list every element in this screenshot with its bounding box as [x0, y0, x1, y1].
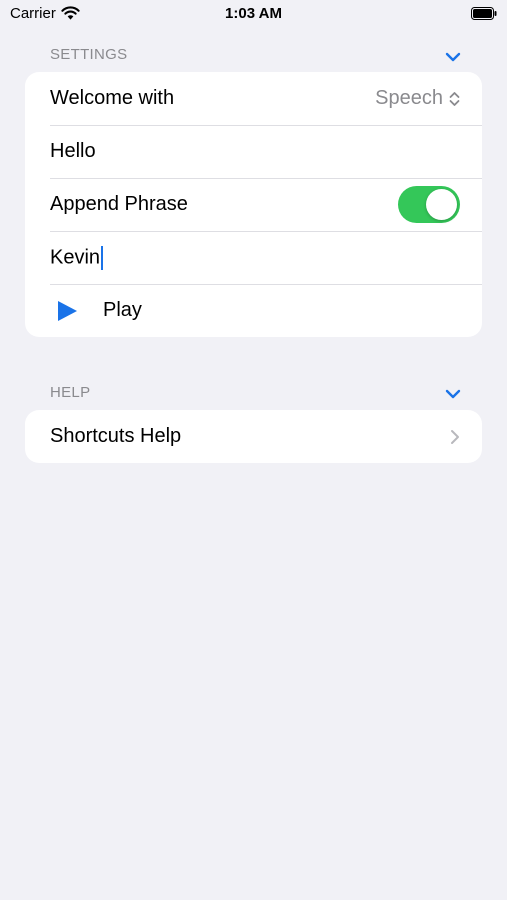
text-cursor: [101, 245, 104, 270]
help-collapse-chevron-icon[interactable]: [445, 389, 461, 399]
play-label: Play: [103, 299, 142, 321]
greeting-value: Hello: [50, 140, 96, 162]
settings-collapse-chevron-icon[interactable]: [445, 52, 461, 62]
append-phrase-row: Append Phrase: [25, 178, 482, 231]
shortcuts-help-link[interactable]: Shortcuts Help: [25, 410, 482, 463]
greeting-field[interactable]: Hello: [25, 125, 482, 178]
help-card: Shortcuts Help: [25, 410, 482, 463]
name-field-value-wrap: Kevin: [50, 245, 460, 270]
play-button[interactable]: Play: [25, 284, 482, 337]
name-field-value: Kevin: [50, 245, 101, 268]
append-phrase-label: Append Phrase: [50, 193, 188, 215]
settings-section-header: SETTINGS: [50, 46, 128, 63]
settings-card: Welcome with Speech Hello Append Phrase …: [25, 72, 482, 337]
shortcuts-help-label: Shortcuts Help: [50, 425, 182, 447]
welcome-with-label: Welcome with: [50, 87, 175, 109]
help-section-header: HELP: [50, 384, 91, 401]
chevron-right-icon: [451, 429, 459, 444]
play-icon: [58, 300, 77, 321]
welcome-with-selected: Speech: [375, 87, 443, 109]
status-time: 1:03 AM: [225, 5, 282, 22]
battery-icon: [471, 7, 497, 20]
welcome-with-picker[interactable]: Welcome with Speech: [25, 72, 482, 125]
up-down-chevron-icon: [449, 91, 460, 106]
name-field[interactable]: Kevin: [25, 231, 482, 284]
toggle-knob: [426, 189, 457, 220]
append-phrase-toggle[interactable]: [398, 186, 460, 223]
status-bar: Carrier 1:03 AM: [0, 0, 507, 28]
welcome-with-value: Speech: [375, 87, 460, 110]
